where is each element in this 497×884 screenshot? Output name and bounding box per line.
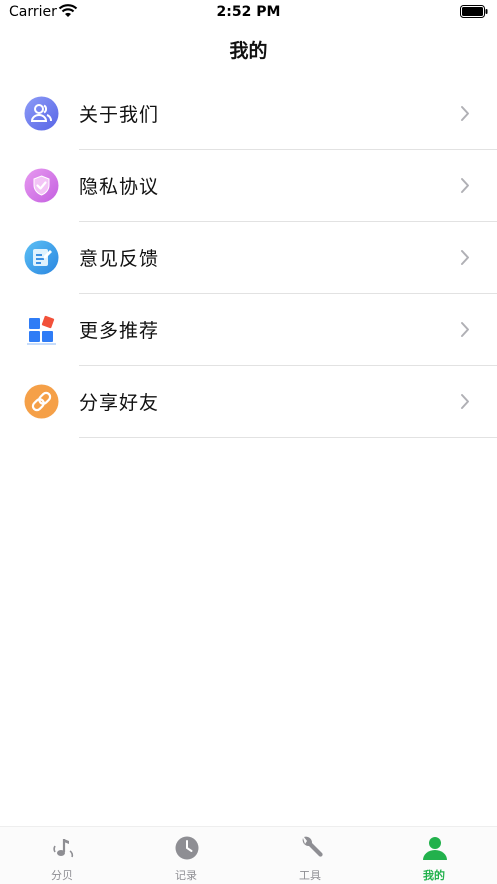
- menu-item-more-recommendations[interactable]: 更多推荐: [0, 294, 497, 366]
- menu-item-about-us[interactable]: 关于我们: [0, 78, 497, 150]
- menu-item-privacy[interactable]: 隐私协议: [0, 150, 497, 222]
- battery-icon: [460, 5, 488, 18]
- divider: [79, 437, 497, 438]
- menu-item-label: 分享好友: [79, 392, 160, 414]
- chevron-right-icon: [461, 106, 469, 121]
- menu-item-label: 隐私协议: [79, 176, 160, 198]
- tab-label: 我的: [423, 869, 445, 882]
- chevron-right-icon: [461, 394, 469, 409]
- menu-item-label: 关于我们: [79, 104, 160, 126]
- feedback-edit-icon: [24, 240, 59, 275]
- chevron-right-icon: [461, 322, 469, 337]
- tab-tools[interactable]: 工具: [248, 827, 372, 884]
- tab-bar: 分贝 记录 工具 我的: [0, 826, 497, 884]
- tab-decibel[interactable]: 分贝: [0, 827, 124, 884]
- apps-grid-icon: [27, 315, 56, 345]
- tab-mine[interactable]: 我的: [372, 827, 496, 884]
- clock-time: 2:52 PM: [216, 4, 281, 20]
- menu-item-label: 意见反馈: [79, 248, 160, 270]
- menu-item-share-friends[interactable]: 分享好友: [0, 366, 497, 438]
- music-note-icon: [53, 839, 74, 858]
- menu-item-label: 更多推荐: [79, 320, 160, 342]
- wrench-icon: [302, 836, 323, 857]
- settings-menu: 关于我们 隐私协议 意见反馈 更多推荐 分享好友: [0, 78, 497, 438]
- link-share-icon: [24, 384, 59, 419]
- status-bar: Carrier 2:52 PM: [0, 0, 497, 26]
- tab-label: 记录: [175, 869, 197, 882]
- privacy-shield-icon: [24, 168, 59, 203]
- menu-item-feedback[interactable]: 意见反馈: [0, 222, 497, 294]
- clock-icon: [175, 836, 199, 860]
- person-icon: [423, 837, 447, 860]
- page-title: 我的: [229, 40, 268, 62]
- about-us-icon: [24, 96, 59, 131]
- tab-label: 分贝: [51, 869, 73, 882]
- chevron-right-icon: [461, 178, 469, 193]
- tab-label: 工具: [299, 869, 321, 882]
- chevron-right-icon: [461, 250, 469, 265]
- tab-records[interactable]: 记录: [124, 827, 248, 884]
